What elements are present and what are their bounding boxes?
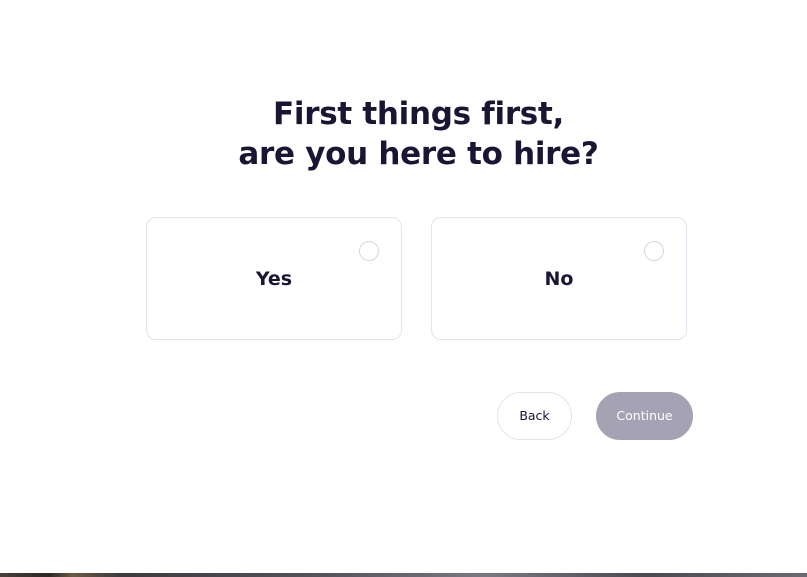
option-card-yes[interactable]: Yes: [146, 217, 402, 340]
option-label-no: No: [544, 268, 574, 290]
option-card-no[interactable]: No: [431, 217, 687, 340]
option-label-yes: Yes: [255, 268, 293, 290]
page-title-line-1: First things first,: [273, 96, 564, 132]
back-button[interactable]: Back: [497, 392, 572, 440]
radio-no[interactable]: [644, 241, 664, 261]
page-title-line-2: are you here to hire?: [238, 136, 599, 172]
page-title: First things first, are you here to hire…: [0, 94, 807, 174]
radio-yes[interactable]: [359, 241, 379, 261]
bottom-image-strip: [0, 573, 807, 577]
continue-button[interactable]: Continue: [596, 392, 693, 440]
